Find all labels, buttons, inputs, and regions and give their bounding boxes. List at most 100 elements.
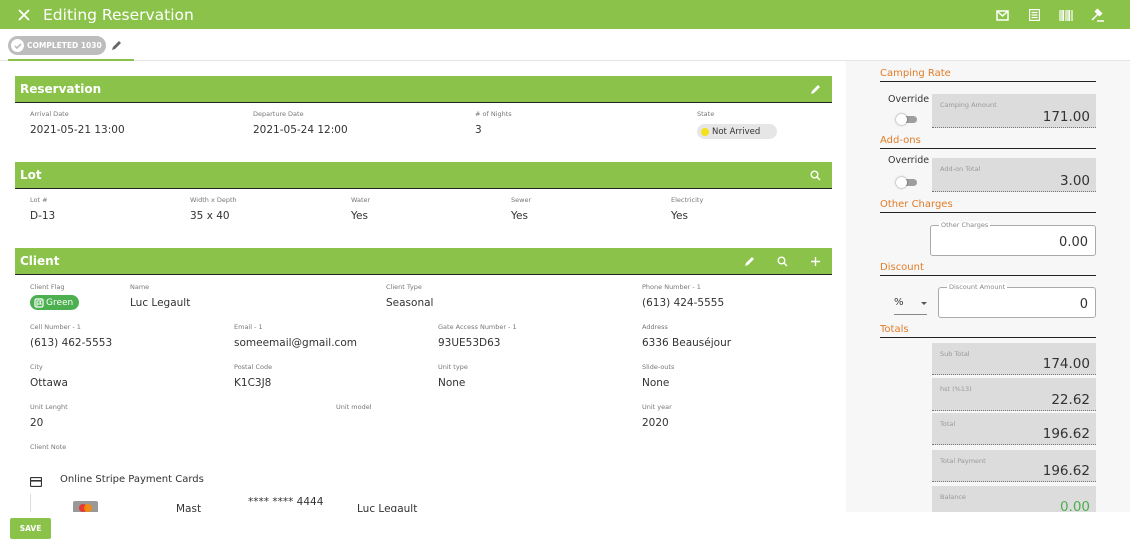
header-actions: [986, 6, 1114, 24]
close-icon[interactable]: [17, 8, 31, 22]
balance-label: Balance: [940, 493, 966, 501]
save-button[interactable]: SAVE: [10, 518, 51, 539]
lot-divider: [15, 188, 832, 189]
lot-number-value: D-13: [30, 210, 56, 222]
electricity-value: Yes: [671, 210, 688, 222]
email-icon[interactable]: [986, 6, 1018, 24]
barcode-icon[interactable]: [1050, 6, 1082, 24]
total-field: Total 196.62: [932, 413, 1096, 445]
discount-amount-field[interactable]: Discount Amount 0: [938, 283, 1096, 318]
arrival-value: 2021-05-21 13:00: [30, 124, 125, 136]
app-header: Editing Reservation: [0, 0, 1130, 29]
balance-value: 0.00: [1059, 499, 1090, 512]
subtotal-value: 174.00: [1042, 356, 1090, 372]
city-label: City: [30, 363, 43, 371]
search-lot-icon[interactable]: [799, 162, 832, 188]
hst-label: hst (%13): [940, 385, 972, 393]
pricing-panel: Camping Rate Override Camping Amount 171…: [846, 61, 1130, 512]
client-note-label: Client Note: [30, 443, 67, 451]
receipt-icon[interactable]: [1018, 6, 1050, 24]
unit-length-label: Unit Lenght: [30, 403, 68, 411]
discount-type-value: %: [894, 297, 904, 308]
departure-value: 2021-05-24 12:00: [253, 124, 348, 136]
water-value: Yes: [351, 210, 368, 222]
edit-client-icon[interactable]: [733, 248, 766, 274]
cell-value: (613) 462-5553: [30, 337, 113, 349]
email-value: someemail@gmail.com: [234, 337, 357, 349]
edit-reservation-icon[interactable]: [799, 76, 832, 102]
discount-heading: Discount: [880, 262, 1096, 276]
chevron-down-icon: [921, 302, 927, 305]
gate-value: 93UE53D63: [438, 337, 501, 349]
other-charges-field[interactable]: Other Charges 0.00: [930, 221, 1096, 256]
unit-length-value: 20: [30, 417, 44, 429]
status-chip[interactable]: COMPLETED 1030: [8, 36, 106, 55]
hst-value: 22.62: [1051, 392, 1090, 408]
state-label: State: [697, 110, 715, 118]
phone-label: Phone Number - 1: [642, 283, 701, 291]
total-payment-label: Total Payment: [940, 457, 986, 465]
client-flag-badge: Green: [30, 295, 80, 310]
client-divider: [15, 274, 832, 275]
hst-field: hst (%13) 22.62: [932, 378, 1096, 411]
state-value: Not Arrived: [712, 126, 761, 137]
arrival-label: Arrival Date: [30, 110, 69, 118]
total-payment-value: 196.62: [1042, 463, 1090, 479]
flag-icon: [34, 297, 44, 308]
address-label: Address: [642, 323, 668, 331]
discount-amount-value: 0: [1079, 297, 1088, 312]
gate-label: Gate Access Number - 1: [438, 323, 517, 331]
phone-value: (613) 424-5555: [642, 297, 725, 309]
client-type-label: Client Type: [386, 283, 422, 291]
edit-status-icon[interactable]: [110, 39, 123, 52]
mastercard-logo: [73, 501, 98, 512]
credit-card-icon: [30, 477, 42, 487]
state-dot-icon: [701, 127, 709, 136]
total-value: 196.62: [1042, 426, 1090, 442]
email-label: Email - 1: [234, 323, 263, 331]
city-value: Ottawa: [30, 377, 68, 389]
addon-total-label: Add-on Total: [940, 165, 981, 173]
addon-total-field[interactable]: Add-on Total 3.00: [932, 158, 1096, 192]
addon-total-value: 3.00: [1059, 173, 1090, 189]
payment-cards-title: Online Stripe Payment Cards: [60, 474, 204, 485]
departure-label: Departure Date: [253, 110, 304, 118]
client-title: Client: [20, 254, 60, 268]
subtotal-label: Sub Total: [940, 350, 970, 358]
unit-model-label: Unit model: [336, 403, 372, 411]
card-holder: Luc Legault: [357, 503, 418, 512]
gavel-icon[interactable]: [1082, 6, 1114, 24]
unit-type-value: None: [438, 377, 466, 389]
footer-bar: SAVE: [0, 512, 1130, 545]
client-flag-value: Green: [46, 297, 74, 308]
subtotal-field: Sub Total 174.00: [932, 343, 1096, 375]
page-title: Editing Reservation: [43, 5, 194, 24]
camping-override-toggle[interactable]: [896, 114, 917, 125]
lot-number-label: Lot #: [30, 196, 48, 204]
cell-label: Cell Number - 1: [30, 323, 81, 331]
client-flag-label: Client Flag: [30, 283, 65, 291]
lot-header: Lot: [15, 162, 832, 188]
search-client-icon[interactable]: [766, 248, 799, 274]
state-badge: Not Arrived: [697, 124, 777, 139]
discount-type-select[interactable]: %: [894, 297, 927, 315]
address-value: 6336 Beauséjour: [642, 337, 732, 349]
sewer-value: Yes: [511, 210, 528, 222]
total-payment-field: Total Payment 196.62: [932, 450, 1096, 482]
sewer-label: Sewer: [511, 196, 532, 204]
check-circle-icon: [11, 39, 24, 52]
status-chip-label: COMPLETED 1030: [27, 41, 102, 50]
slide-outs-value: None: [642, 377, 670, 389]
totals-heading: Totals: [880, 324, 1096, 338]
total-label: Total: [940, 420, 956, 428]
cards-table-border: [30, 494, 31, 512]
other-charges-value: 0.00: [1059, 235, 1088, 250]
client-type-value: Seasonal: [386, 297, 434, 309]
addon-override-toggle[interactable]: [896, 177, 917, 188]
add-client-icon[interactable]: [799, 248, 832, 274]
client-header: Client: [15, 248, 832, 274]
camping-amount-label: Camping Amount: [940, 101, 997, 109]
reservation-title: Reservation: [20, 82, 102, 96]
name-value: Luc Legault: [130, 297, 191, 309]
camping-amount-field[interactable]: Camping Amount 171.00: [932, 94, 1096, 128]
